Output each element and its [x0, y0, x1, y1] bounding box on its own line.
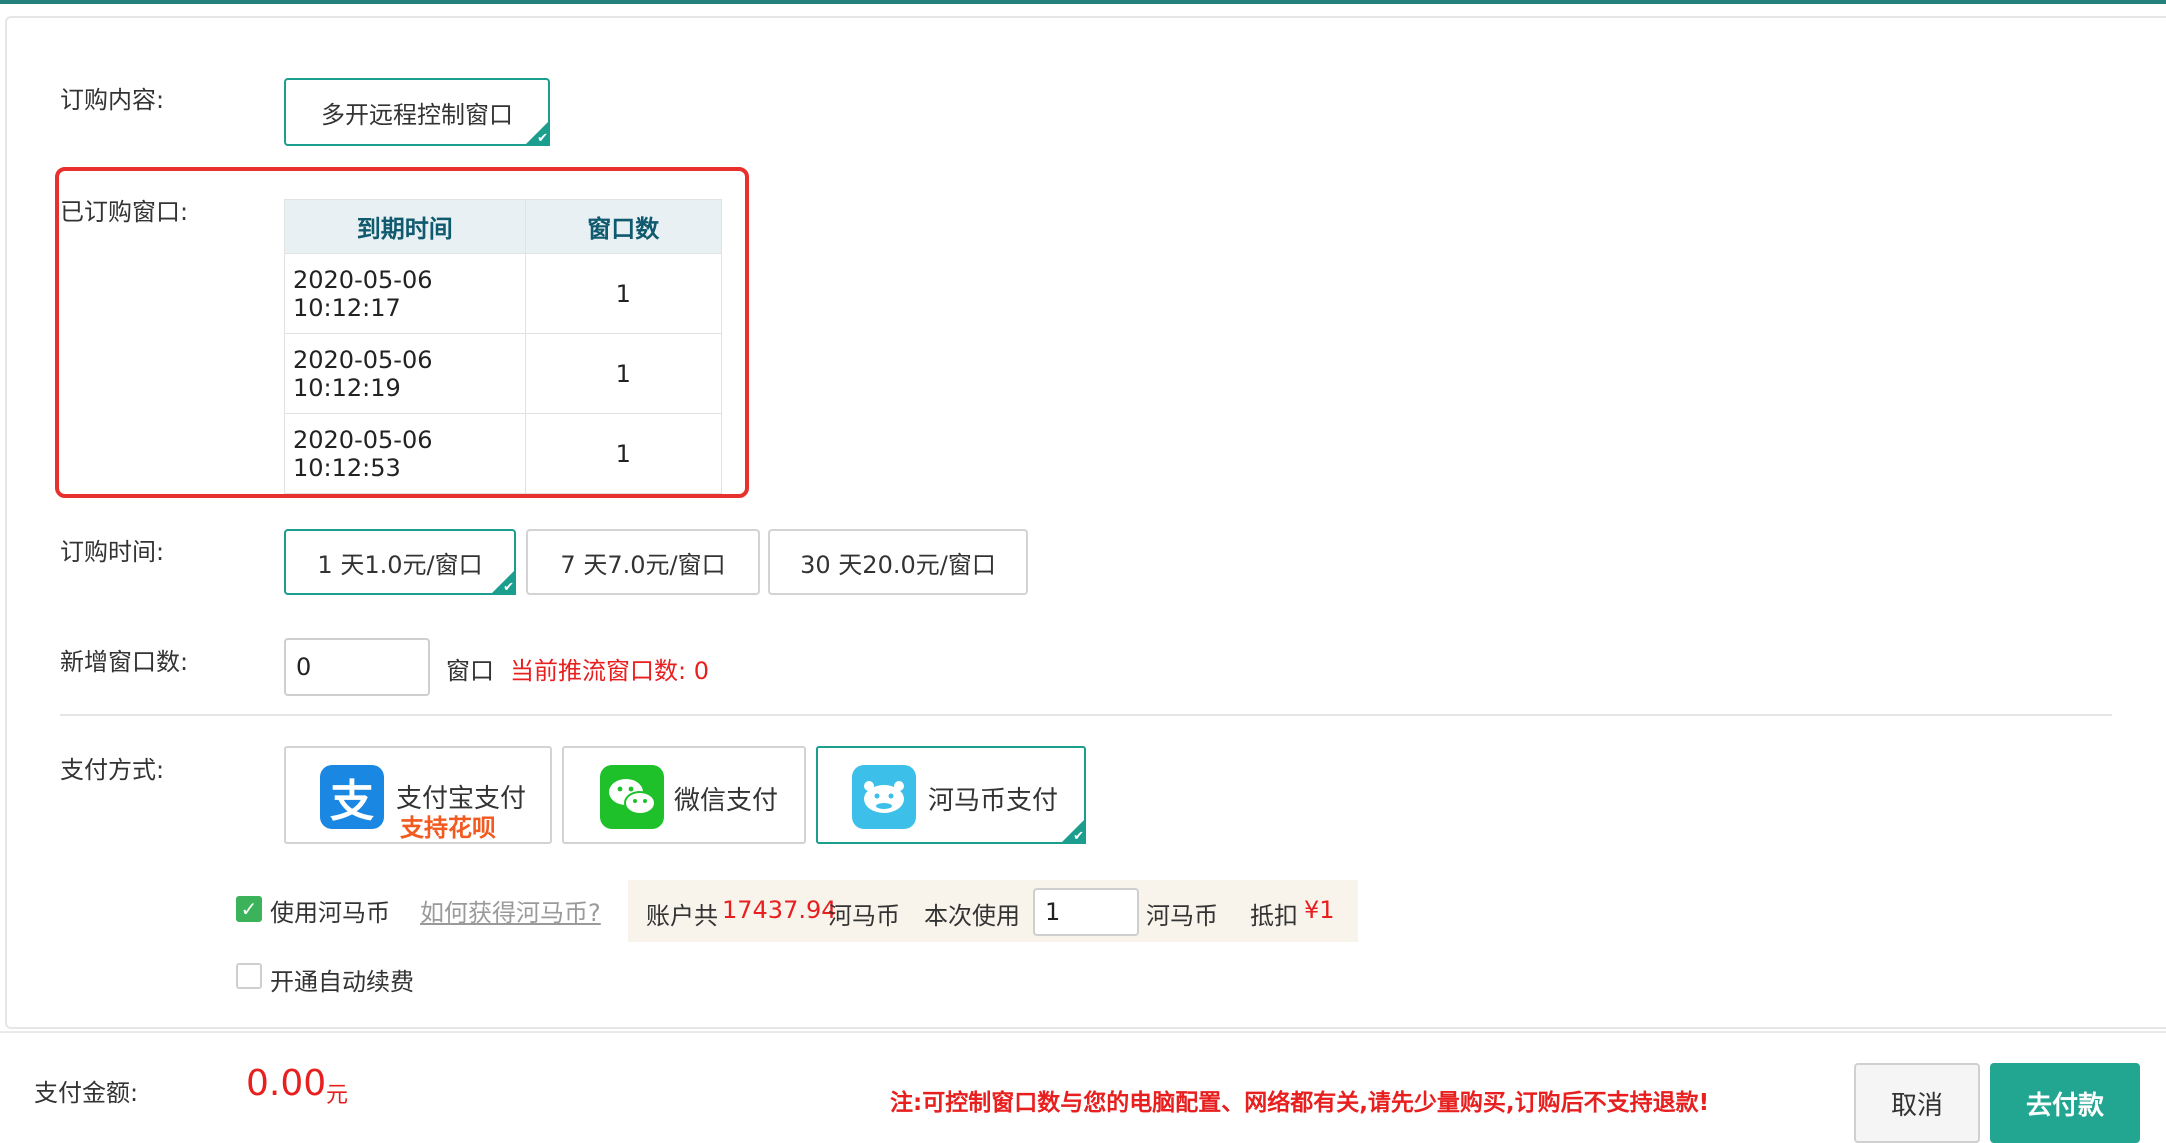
use-coin-label: 使用河马币 [270, 899, 390, 927]
payment-alipay[interactable]: 支 支付宝支付 支持花呗 [284, 746, 552, 844]
duration-option-label: 7 天7.0元/窗口 [560, 550, 726, 579]
duration-option-label: 1 天1.0元/窗口 [317, 550, 483, 579]
alipay-huabei-label: 支持花呗 [400, 814, 496, 842]
use-coin-checkbox[interactable]: ✓ [236, 896, 262, 922]
coin-info-box: 账户共 17437.94 河马币 本次使用 [628, 880, 1358, 942]
coin-amount-input[interactable]: 1 [1033, 888, 1139, 936]
selected-check-icon: ✔ [1060, 818, 1086, 844]
auto-renew-label: 开通自动续费 [270, 968, 414, 996]
amount-label: 支付金额: [34, 1079, 139, 1107]
pay-button[interactable]: 去付款 [1990, 1063, 2140, 1143]
account-prefix: 账户共 [646, 902, 718, 930]
highlight-box [55, 167, 749, 498]
amount-value: 0.00 [246, 1063, 327, 1104]
deduct-label: 抵扣 [1250, 902, 1298, 930]
use-now-label: 本次使用 [924, 902, 1020, 930]
current-push-count: 当前推流窗口数: 0 [510, 657, 709, 685]
duration-label: 订购时间: [60, 538, 165, 566]
duration-option-30-day[interactable]: 30 天20.0元/窗口 [768, 529, 1028, 595]
top-accent-bar [0, 0, 2166, 4]
deduct-value: ¥1 [1304, 896, 1335, 924]
auto-renew-checkbox[interactable] [236, 963, 262, 989]
content-option-button[interactable]: 多开远程控制窗口 ✔ [284, 78, 550, 146]
refund-notice: 注:可控制窗口数与您的电脑配置、网络都有关,请先少量购买,订购后不支持退款! [890, 1090, 1710, 1116]
selected-check-icon: ✔ [490, 569, 516, 595]
wechat-icon [600, 765, 664, 829]
new-windows-label: 新增窗口数: [60, 648, 189, 676]
payment-wechat[interactable]: 微信支付 [562, 746, 806, 844]
new-windows-unit: 窗口 [446, 657, 494, 685]
cancel-button[interactable]: 取消 [1854, 1063, 1980, 1143]
section-divider [60, 714, 2112, 716]
how-to-get-coin-link[interactable]: 如何获得河马币? [420, 893, 601, 928]
alipay-icon: 支 [320, 765, 384, 829]
amount-unit: 元 [326, 1083, 349, 1108]
payment-label: 支付方式: [60, 756, 165, 784]
coin-unit: 河马币 [1146, 902, 1218, 930]
content-label: 订购内容: [60, 86, 165, 114]
wechat-label: 微信支付 [674, 786, 779, 816]
payment-footer: 支付金额: 0.00 元 注:可控制窗口数与您的电脑配置、网络都有关,请先少量购… [0, 1031, 2166, 1143]
new-windows-input[interactable]: 0 [284, 638, 430, 696]
account-suffix: 河马币 [828, 902, 900, 930]
duration-option-1-day[interactable]: 1 天1.0元/窗口 ✔ [284, 529, 516, 595]
duration-option-7-day[interactable]: 7 天7.0元/窗口 [526, 529, 760, 595]
payment-hippo-coin[interactable]: 河马币支付 ✔ [816, 746, 1086, 844]
account-amount: 17437.94 [722, 896, 837, 924]
selected-check-icon: ✔ [524, 120, 550, 146]
duration-option-label: 30 天20.0元/窗口 [800, 550, 996, 579]
hippo-coin-icon [852, 765, 916, 829]
content-option-label: 多开远程控制窗口 [321, 100, 513, 129]
hippo-coin-label: 河马币支付 [928, 786, 1059, 816]
